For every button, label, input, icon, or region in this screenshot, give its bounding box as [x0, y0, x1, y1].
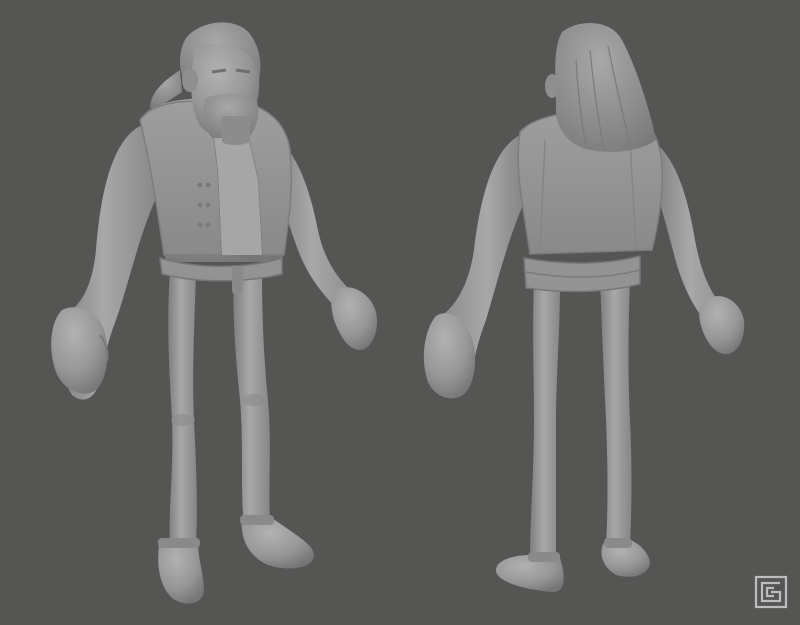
- front-ear: [182, 68, 198, 92]
- back-right-hand: [699, 296, 745, 355]
- back-right-leg: [600, 280, 632, 545]
- front-left-leg: [168, 270, 197, 545]
- front-left-boot: [158, 540, 204, 604]
- front-right-boot: [241, 518, 314, 569]
- artist-monogram-logo: [754, 575, 788, 609]
- back-long-hair: [555, 22, 656, 152]
- viewport: [0, 0, 800, 625]
- front-right-hand: [331, 287, 378, 350]
- back-left-leg: [530, 282, 560, 560]
- render-canvas: [51, 22, 788, 609]
- front-mouth: [222, 116, 250, 145]
- front-view-figure: [51, 22, 378, 604]
- back-view-figure: [423, 22, 745, 592]
